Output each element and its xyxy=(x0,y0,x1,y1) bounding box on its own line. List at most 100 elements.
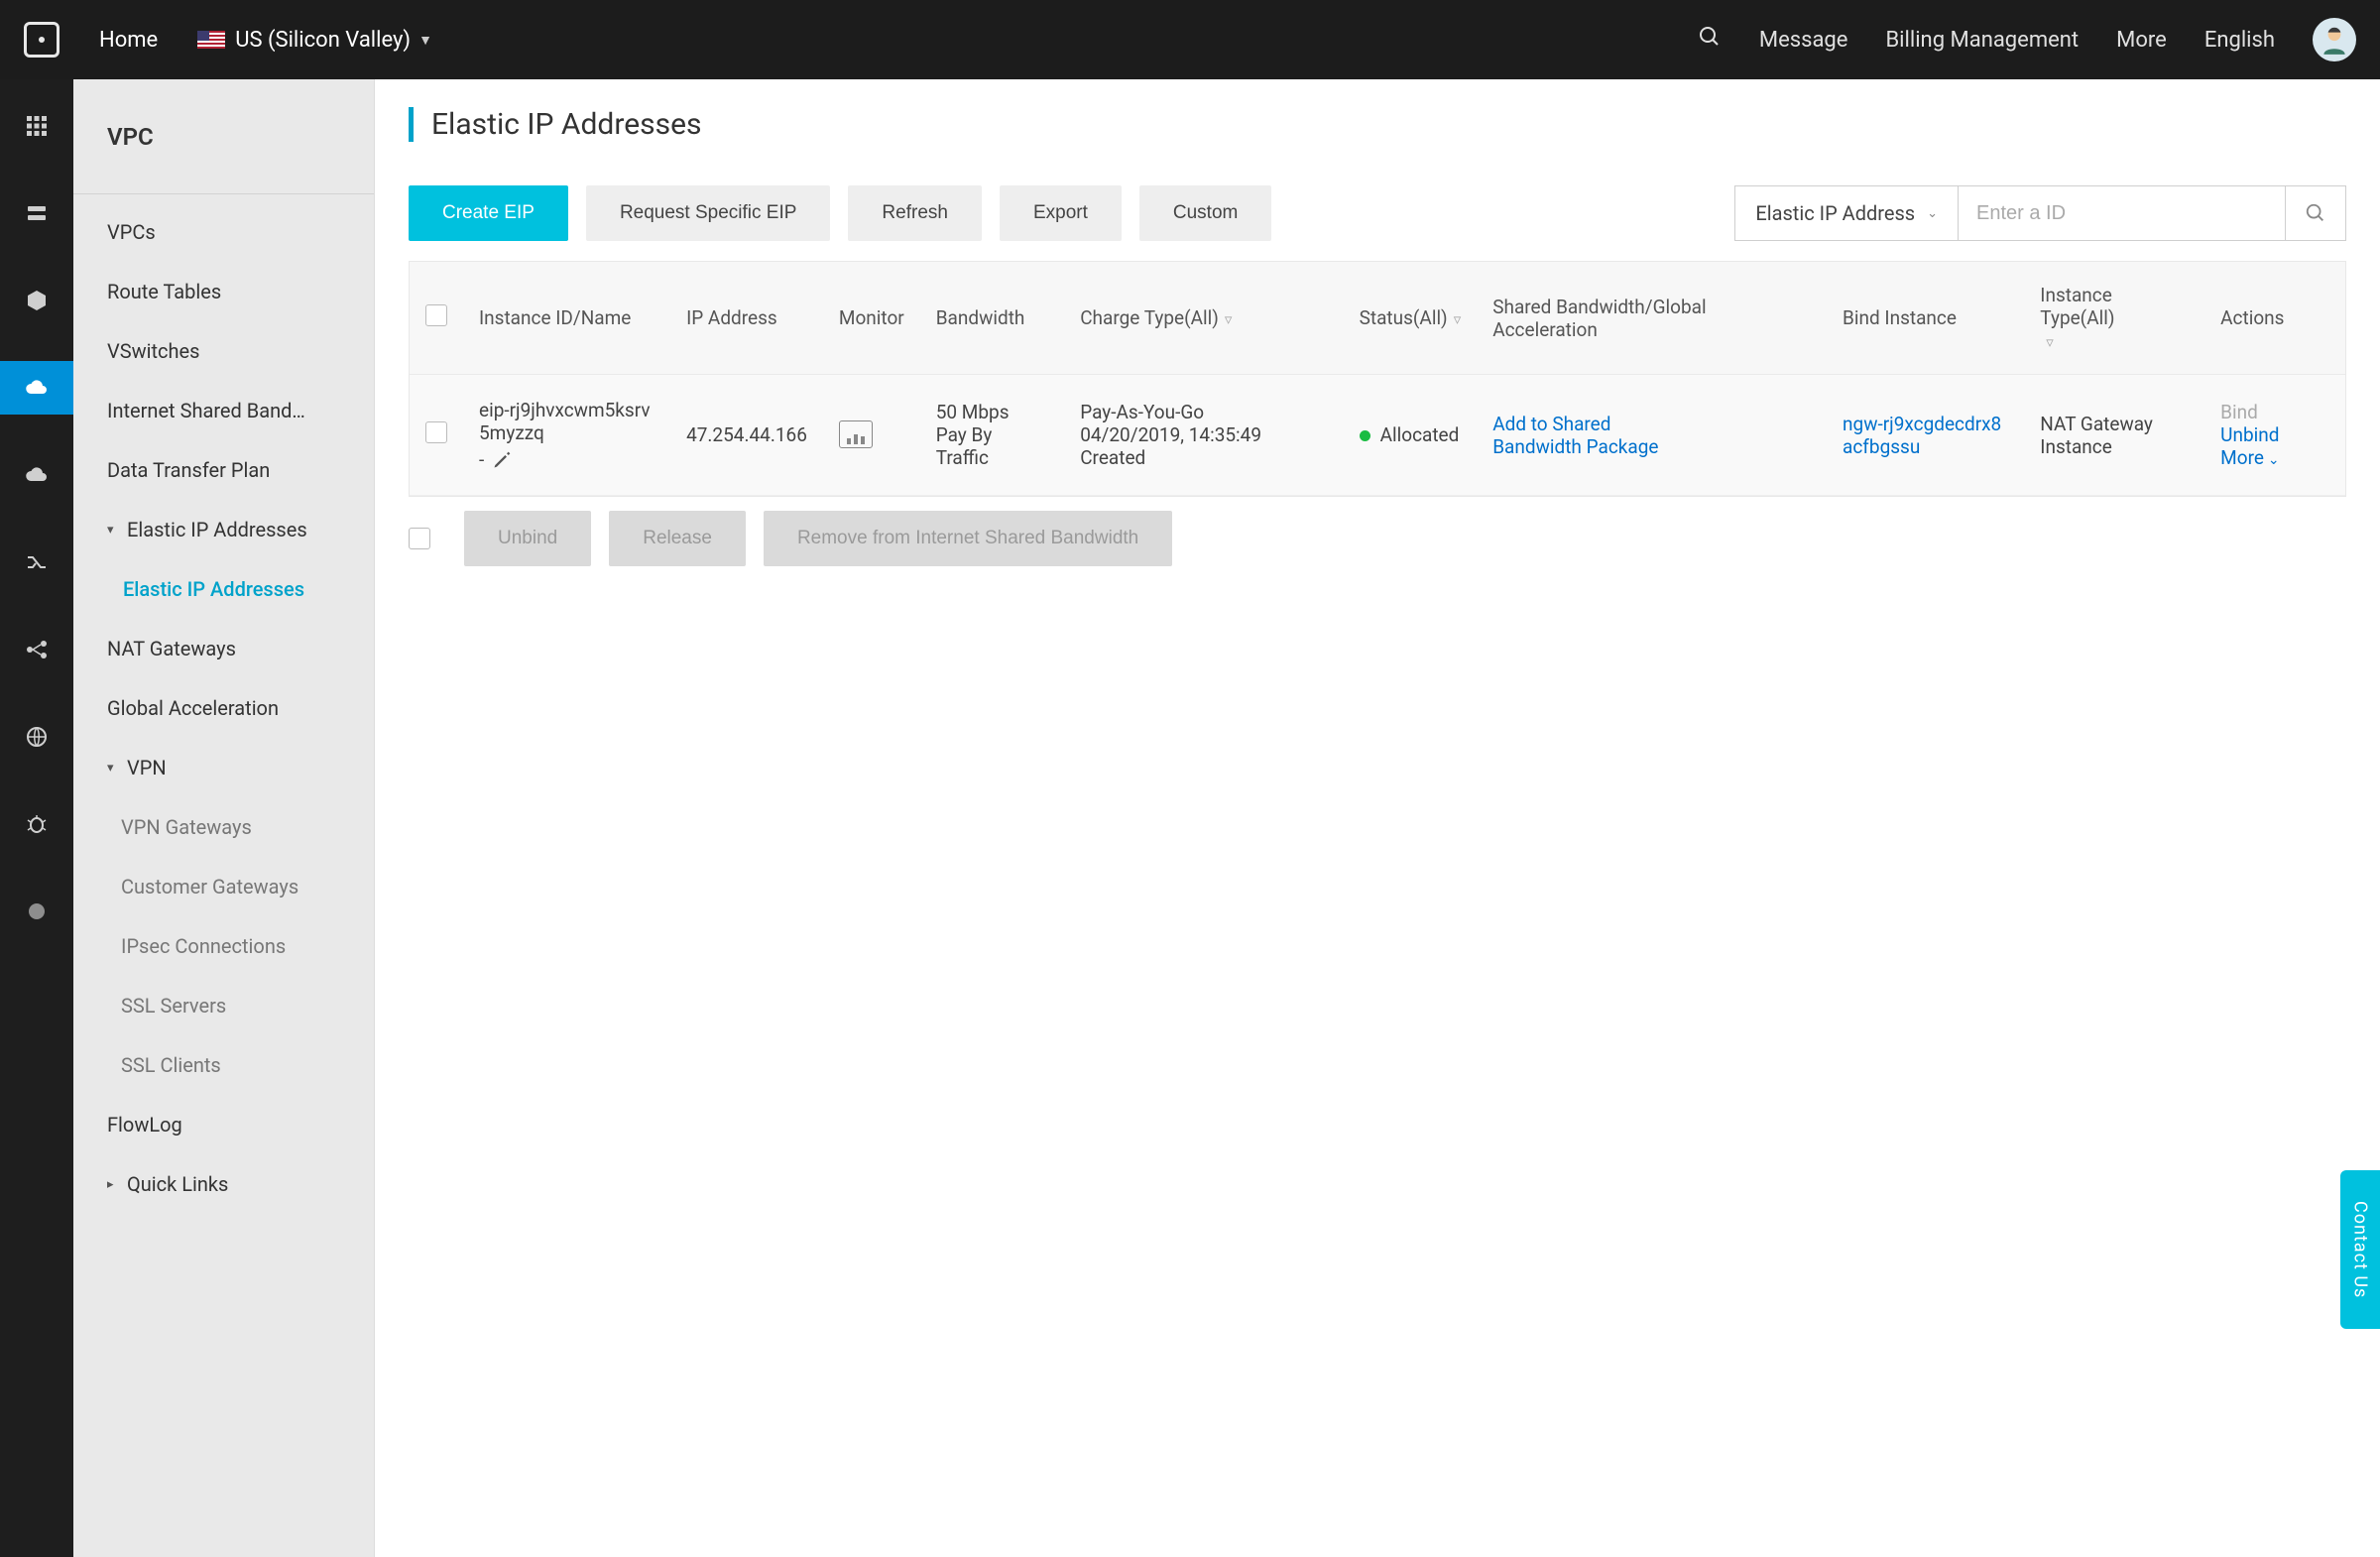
rail-cloud-icon[interactable] xyxy=(0,448,73,502)
col-shared: Shared Bandwidth/Global Acceleration xyxy=(1477,262,1827,375)
header-right: Message Billing Management More English xyxy=(1698,18,2356,61)
filter-icon: ▿ xyxy=(2046,333,2054,351)
sidebar-item-ssl-servers[interactable]: SSL Servers xyxy=(73,976,374,1035)
instance-name: - xyxy=(479,448,484,471)
cell-charge-created: 04/20/2019, 14:35:49 Created xyxy=(1080,423,1327,469)
sidebar-item-vswitches[interactable]: VSwitches xyxy=(73,321,374,381)
col-bandwidth: Bandwidth xyxy=(920,262,1064,375)
action-unbind[interactable]: Unbind xyxy=(2220,423,2279,446)
nav-more[interactable]: More xyxy=(2116,28,2167,53)
rail-cube-icon[interactable] xyxy=(0,274,73,327)
cell-instance-type: NAT Gateway Instance xyxy=(2024,375,2204,496)
sidebar-item-ipsec[interactable]: IPsec Connections xyxy=(73,916,374,976)
chevron-down-icon: ⌄ xyxy=(2268,452,2280,468)
status-dot-icon xyxy=(1360,430,1370,441)
sidebar-title: VPC xyxy=(73,79,374,194)
sidebar-item-customer-gateways[interactable]: Customer Gateways xyxy=(73,857,374,916)
rail-bug-icon[interactable] xyxy=(0,797,73,851)
search-input[interactable] xyxy=(1958,185,2285,241)
export-button[interactable]: Export xyxy=(1000,185,1122,241)
col-ip: IP Address xyxy=(670,262,823,375)
top-header: Home US (Silicon Valley) ▼ Message Billi… xyxy=(0,0,2380,79)
create-eip-button[interactable]: Create EIP xyxy=(409,185,568,241)
monitor-icon[interactable] xyxy=(839,420,873,448)
sidebar-item-nat[interactable]: NAT Gateways xyxy=(73,619,374,678)
contact-us-tab[interactable]: Contact Us xyxy=(2340,1170,2380,1329)
chevron-down-icon: ⌄ xyxy=(1927,206,1938,221)
sidebar-item-global-accel[interactable]: Global Acceleration xyxy=(73,678,374,738)
instance-id: eip-rj9jhvxcwm5ksrv5myzzq xyxy=(479,399,654,444)
chevron-right-icon: ▸ xyxy=(107,1177,117,1192)
sidebar-item-vpcs[interactable]: VPCs xyxy=(73,202,374,262)
bulk-select-checkbox[interactable] xyxy=(409,528,430,549)
sidebar-group-vpn[interactable]: ▾VPN xyxy=(73,738,374,797)
custom-button[interactable]: Custom xyxy=(1139,185,1271,241)
filter-field-label: Elastic IP Address xyxy=(1755,201,1915,225)
row-checkbox[interactable] xyxy=(425,421,447,443)
refresh-button[interactable]: Refresh xyxy=(848,185,982,241)
sidebar-item-ssl-clients[interactable]: SSL Clients xyxy=(73,1035,374,1095)
col-inst-type[interactable]: Instance Type(All)▿ xyxy=(2024,262,2204,375)
sidebar-item-vpn-gateways[interactable]: VPN Gateways xyxy=(73,797,374,857)
sidebar-group-quick-links[interactable]: ▸ Quick Links xyxy=(73,1154,374,1214)
sidebar-group-eip-label: Elastic IP Addresses xyxy=(127,518,307,541)
edit-icon[interactable] xyxy=(492,450,512,470)
nav-message[interactable]: Message xyxy=(1759,28,1848,53)
table-row: eip-rj9jhvxcwm5ksrv5myzzq - 47.254.44.16… xyxy=(410,375,2345,496)
cell-bandwidth-rate: 50 Mbps xyxy=(936,401,1048,423)
cell-status: Allocated xyxy=(1380,423,1460,446)
col-monitor: Monitor xyxy=(823,262,920,375)
add-shared-bandwidth-link[interactable]: Add to Shared Bandwidth Package xyxy=(1492,413,1661,458)
toolbar: Create EIP Request Specific EIP Refresh … xyxy=(375,160,2380,251)
rail-nodes-icon[interactable] xyxy=(0,623,73,676)
chevron-down-icon: ▾ xyxy=(107,761,117,776)
bulk-actions: Unbind Release Remove from Internet Shar… xyxy=(409,511,2346,566)
rail-cloud-upload-icon[interactable] xyxy=(0,361,73,415)
rail-grid-icon[interactable] xyxy=(0,99,73,153)
search-icon[interactable] xyxy=(1698,25,1722,55)
filter-field-select[interactable]: Elastic IP Address ⌄ xyxy=(1734,185,1958,241)
sidebar-group-quick-links-label: Quick Links xyxy=(127,1172,228,1196)
page-title: Elastic IP Addresses xyxy=(409,107,2346,142)
main-content: Elastic IP Addresses Create EIP Request … xyxy=(375,79,2380,1557)
nav-billing[interactable]: Billing Management xyxy=(1885,28,2079,53)
rail-shuffle-icon[interactable] xyxy=(0,536,73,589)
sidebar-group-eip[interactable]: ▾Elastic IP Addresses xyxy=(73,500,374,559)
cell-bandwidth-billing: Pay By Traffic xyxy=(936,423,1048,469)
icon-rail xyxy=(0,79,73,1557)
request-eip-button[interactable]: Request Specific EIP xyxy=(586,185,830,241)
col-charge[interactable]: Charge Type(All)▿ xyxy=(1064,262,1343,375)
sidebar-item-data-transfer[interactable]: Data Transfer Plan xyxy=(73,440,374,500)
sidebar-item-flowlog[interactable]: FlowLog xyxy=(73,1095,374,1154)
nav-language[interactable]: English xyxy=(2204,28,2275,53)
filter-icon: ▿ xyxy=(1225,310,1233,328)
bind-instance-link[interactable]: ngw-rj9xcgdecdrx8acfbgssu xyxy=(1843,413,2008,458)
region-selector[interactable]: US (Silicon Valley) ▼ xyxy=(197,28,432,53)
home-link[interactable]: Home xyxy=(99,28,158,53)
rail-server-icon[interactable] xyxy=(0,186,73,240)
rail-circle-icon[interactable] xyxy=(0,885,73,938)
select-all-checkbox[interactable] xyxy=(425,304,447,326)
action-bind: Bind xyxy=(2220,401,2258,423)
search-group: Elastic IP Address ⌄ xyxy=(1734,185,2346,241)
sidebar-item-eip[interactable]: Elastic IP Addresses xyxy=(73,559,374,619)
col-bind: Bind Instance xyxy=(1827,262,2024,375)
cell-charge-type: Pay-As-You-Go xyxy=(1080,401,1327,423)
eip-table: Instance ID/Name IP Address Monitor Band… xyxy=(409,261,2346,497)
sidebar-item-route-tables[interactable]: Route Tables xyxy=(73,262,374,321)
bulk-release-button: Release xyxy=(609,511,746,566)
cell-ip: 47.254.44.166 xyxy=(670,375,823,496)
rail-globe-icon[interactable] xyxy=(0,710,73,764)
col-actions: Actions xyxy=(2204,262,2345,375)
brand-logo[interactable] xyxy=(24,22,60,58)
action-more[interactable]: More⌄ xyxy=(2220,446,2280,469)
sidebar: VPC VPCs Route Tables VSwitches Internet… xyxy=(73,79,375,1557)
col-status[interactable]: Status(All)▿ xyxy=(1344,262,1478,375)
flag-us-icon xyxy=(197,31,225,49)
bulk-unbind-button: Unbind xyxy=(464,511,591,566)
region-label: US (Silicon Valley) xyxy=(235,28,411,53)
avatar[interactable] xyxy=(2313,18,2356,61)
col-instance: Instance ID/Name xyxy=(463,262,670,375)
sidebar-item-internet-shared[interactable]: Internet Shared Band… xyxy=(73,381,374,440)
search-button[interactable] xyxy=(2285,185,2346,241)
